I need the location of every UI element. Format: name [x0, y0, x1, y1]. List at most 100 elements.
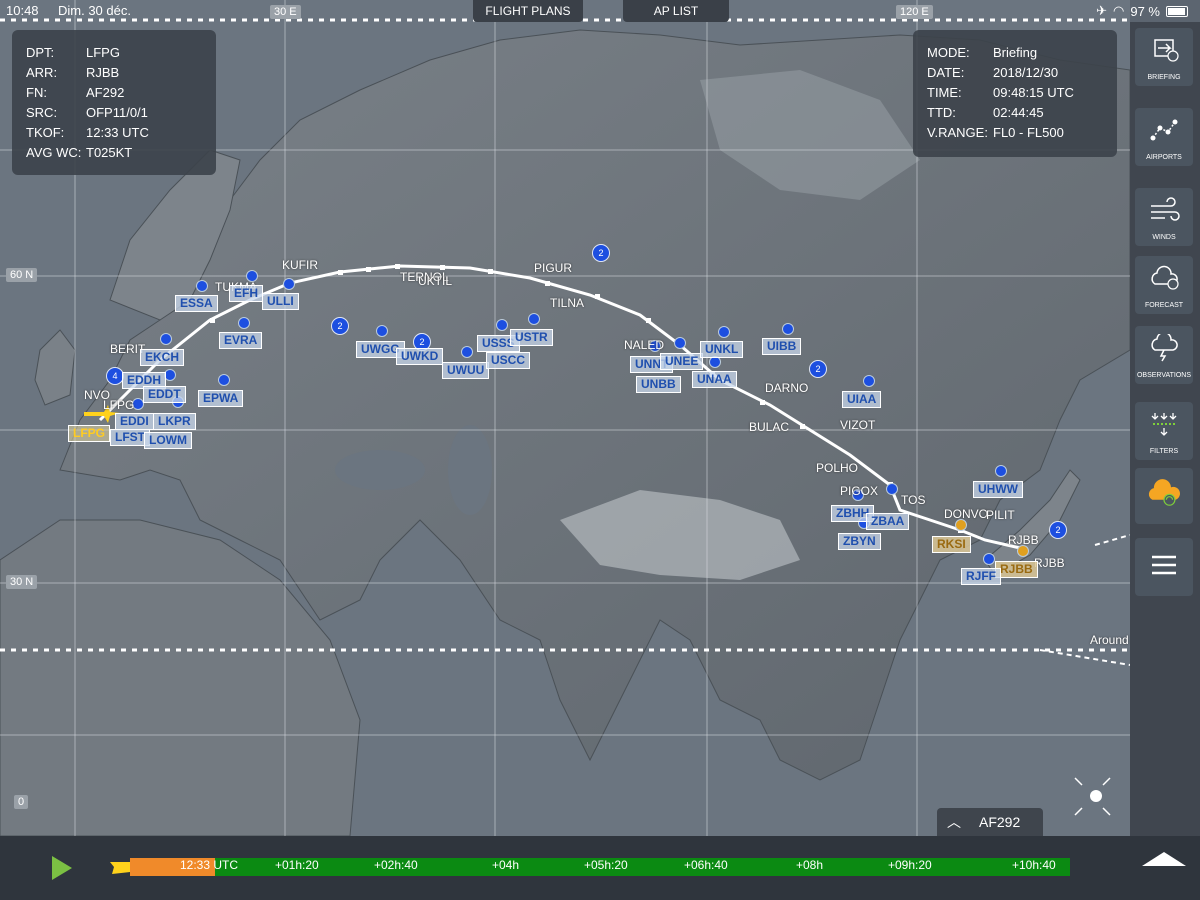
airport-dot[interactable]	[995, 465, 1007, 477]
airport-dot[interactable]	[196, 280, 208, 292]
timeline-tick: +02h:40	[374, 858, 418, 872]
airport-label[interactable]: LKPR	[153, 413, 196, 430]
airport-label[interactable]: EKCH	[140, 349, 185, 366]
mode-value-date: 2018/12/30	[993, 65, 1059, 80]
flight-selector-button[interactable]: ︿ AF292	[937, 808, 1043, 836]
status-date: Dim. 30 déc.	[58, 3, 131, 18]
mode-value: Briefing	[993, 45, 1038, 60]
airport-dot[interactable]	[160, 333, 172, 345]
airport-label[interactable]: UHWW	[973, 481, 1023, 498]
mode-label: V.RANGE:	[927, 125, 988, 140]
waypoint-label: BULAC	[749, 420, 790, 434]
winds-button[interactable]: WINDS	[1135, 188, 1193, 246]
airport-label[interactable]: EVRA	[219, 332, 263, 349]
airport-label[interactable]: USTR	[510, 329, 553, 346]
cloud-sync-icon	[1148, 479, 1180, 506]
waypoint-label: NALED	[624, 338, 665, 352]
airport-label[interactable]: LOWM	[144, 432, 192, 449]
status-time: 10:48	[6, 3, 39, 18]
compass-dot[interactable]	[1090, 790, 1102, 802]
info-label: SRC:	[26, 105, 58, 120]
info-row-dpt: DPT:	[26, 45, 54, 60]
waypoint-label: KUFIR	[282, 258, 318, 272]
airport-cluster[interactable]: 2	[592, 244, 610, 262]
airport-dot[interactable]	[718, 326, 730, 338]
info-label: AVG WC:	[26, 145, 82, 160]
airport-label[interactable]: UNKL	[700, 341, 744, 358]
mode-label: DATE:	[927, 65, 965, 80]
airport-dot[interactable]	[528, 313, 540, 325]
airport-dot[interactable]	[863, 375, 875, 387]
forecast-label: FORECAST	[1144, 302, 1184, 309]
airport-dot[interactable]	[782, 323, 794, 335]
filters-button[interactable]: FILTERS	[1135, 402, 1193, 460]
alternate-airport-label[interactable]: RKSI	[932, 536, 971, 553]
airport-dot[interactable]	[218, 374, 230, 386]
airport-dot[interactable]	[674, 337, 686, 349]
filters-label: FILTERS	[1149, 448, 1179, 455]
waypoint-label: TOS	[901, 493, 926, 507]
airports-icon	[1150, 119, 1178, 141]
timeline-tick: +01h:20	[275, 858, 319, 872]
airport-label[interactable]: EPWA	[198, 390, 244, 407]
airport-label[interactable]: EDDT	[143, 386, 186, 403]
airport-label[interactable]: ESSA	[175, 295, 218, 312]
airport-dot[interactable]	[376, 325, 388, 337]
airport-label[interactable]: ZBAA	[866, 513, 910, 530]
airport-dot[interactable]	[283, 278, 295, 290]
mode-label: MODE:	[927, 45, 970, 60]
battery-icon	[1166, 5, 1188, 17]
destination-airport-label[interactable]: RJBB	[995, 561, 1038, 578]
hamburger-menu-icon	[1152, 555, 1176, 575]
airport-cluster[interactable]: 2	[331, 317, 349, 335]
airport-label[interactable]: UNBB	[636, 376, 681, 393]
observations-button[interactable]: OBSERVATIONS	[1135, 326, 1193, 384]
briefing-icon	[1154, 39, 1179, 62]
timeline-tick: +05h:20	[584, 858, 628, 872]
sync-button[interactable]	[1135, 468, 1193, 524]
airplane-mode-icon: ✈	[1096, 3, 1108, 18]
airport-dot[interactable]	[983, 553, 995, 565]
airport-label[interactable]: USCC	[486, 352, 531, 369]
timeline-tick: +08h	[796, 858, 824, 872]
waypoint-label: DARNO	[765, 381, 809, 395]
waypoint-label: DONVO	[944, 507, 989, 521]
forecast-button[interactable]: FORECAST	[1135, 256, 1193, 314]
play-icon[interactable]	[52, 856, 72, 880]
menu-button[interactable]	[1135, 538, 1193, 596]
timeline-remaining[interactable]	[215, 858, 1070, 876]
airport-label[interactable]: EFH	[229, 285, 263, 302]
timeline-tick: +10h:40	[1012, 858, 1056, 872]
flight-number: AF292	[979, 814, 1021, 830]
airport-dot[interactable]	[496, 319, 508, 331]
info-value-tkof: 12:33 UTC	[86, 125, 149, 140]
airport-label[interactable]: UWKD	[396, 348, 444, 365]
airport-label[interactable]: ZBYN	[838, 533, 881, 550]
briefing-button[interactable]: BRIEFING	[1135, 28, 1193, 86]
airport-cluster[interactable]: 2	[809, 360, 827, 378]
waypoint-label: PIGUR	[534, 261, 573, 275]
airport-label[interactable]: UWUU	[442, 362, 490, 379]
wifi-icon: ◠	[1113, 3, 1125, 18]
airport-cluster[interactable]: 2	[1049, 521, 1067, 539]
waypoint-label: TILNA	[550, 296, 585, 310]
airport-label[interactable]: UNEE	[660, 353, 704, 370]
airport-dot[interactable]	[238, 317, 250, 329]
expand-up-icon[interactable]	[1142, 852, 1186, 866]
airport-label[interactable]: EDDI	[115, 413, 154, 430]
airport-dot[interactable]	[886, 483, 898, 495]
airport-label[interactable]: UNAA	[692, 371, 737, 388]
airport-label[interactable]: UIBB	[762, 338, 802, 355]
airport-label[interactable]: ULLI	[262, 293, 299, 310]
status-bar: 10:48 Dim. 30 déc. ✈ ◠ 97 %	[0, 0, 1200, 22]
airport-label[interactable]: UIAA	[842, 391, 882, 408]
mode-info-panel: MODE: Briefing DATE: 2018/12/30 TIME: 09…	[913, 30, 1117, 157]
lat-label-30n: 30 N	[6, 575, 38, 589]
origin-airport-label[interactable]: LFPG	[68, 425, 110, 442]
briefing-label: BRIEFING	[1147, 74, 1181, 81]
wind-icon	[1151, 197, 1180, 221]
airports-button[interactable]: AIRPORTS	[1135, 108, 1193, 166]
airport-label[interactable]: RJFF	[961, 568, 1001, 585]
info-value-src: OFP11/0/1	[86, 105, 148, 120]
airport-dot[interactable]	[461, 346, 473, 358]
